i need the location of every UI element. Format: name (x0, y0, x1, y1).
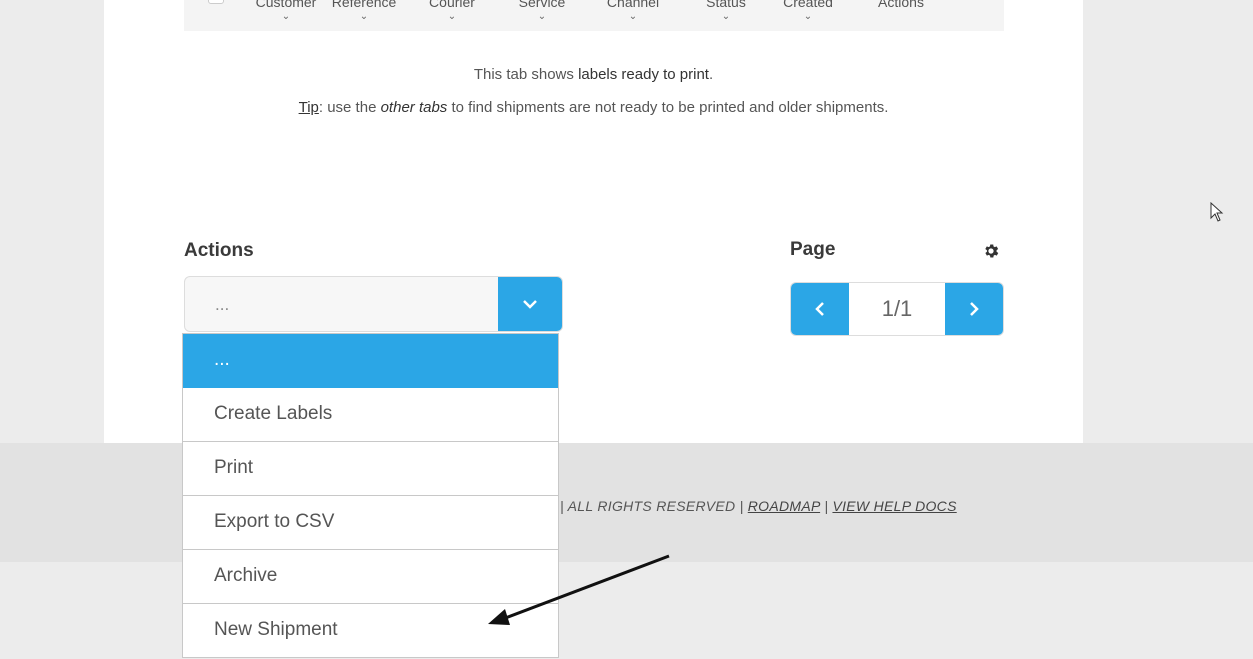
column-header-created[interactable]: Created ⌄ (783, 0, 833, 22)
roadmap-link[interactable]: ROADMAP (748, 498, 820, 514)
pagination: 1/1 (790, 282, 1004, 336)
chevron-down-icon (523, 300, 537, 309)
dropdown-option-archive[interactable]: Archive (183, 550, 558, 604)
column-header-courier[interactable]: Courier ⌄ (429, 0, 475, 22)
actions-select[interactable]: ... (184, 276, 563, 332)
mouse-cursor-icon (1210, 202, 1224, 222)
dropdown-option-print[interactable]: Print (183, 442, 558, 496)
chevron-down-icon: ⌄ (281, 11, 291, 22)
chevron-down-icon: ⌄ (628, 11, 638, 22)
chevron-down-icon: ⌄ (537, 11, 547, 22)
footer-text: | ALL RIGHTS RESERVED | ROADMAP | VIEW H… (560, 498, 957, 514)
column-header-reference[interactable]: Reference ⌄ (332, 0, 397, 22)
actions-dropdown-menu: ... Create Labels Print Export to CSV Ar… (182, 333, 559, 658)
page-title: Page (790, 239, 836, 260)
table-header: Customer ⌄ Reference ⌄ Courier ⌄ Service ⌄ C… (184, 0, 1004, 31)
gear-icon[interactable] (982, 242, 1000, 260)
select-all-checkbox[interactable] (208, 0, 224, 4)
chevron-right-icon (970, 302, 979, 316)
chevron-left-icon (815, 302, 824, 316)
chevron-down-icon: ⌄ (803, 11, 813, 22)
chevron-down-icon: ⌄ (447, 11, 457, 22)
dropdown-option-new-shipment[interactable]: New Shipment (183, 604, 558, 658)
dropdown-option-none[interactable]: ... (183, 334, 558, 388)
dropdown-option-create-labels[interactable]: Create Labels (183, 388, 558, 442)
next-page-button[interactable] (945, 283, 1003, 335)
column-header-service[interactable]: Service ⌄ (519, 0, 566, 22)
column-header-channel[interactable]: Channel ⌄ (607, 0, 659, 22)
page-indicator: 1/1 (881, 296, 913, 321)
prev-page-button[interactable] (791, 283, 849, 335)
dropdown-option-export-csv[interactable]: Export to CSV (183, 496, 558, 550)
actions-select-toggle[interactable] (498, 277, 562, 331)
column-header-status[interactable]: Status ⌄ (706, 0, 746, 22)
chevron-down-icon: ⌄ (721, 11, 731, 22)
tip-message: Tip: use the other tabs to find shipment… (298, 99, 889, 116)
chevron-down-icon: ⌄ (359, 11, 369, 22)
actions-title: Actions (184, 240, 254, 261)
column-header-customer[interactable]: Customer ⌄ (256, 0, 317, 22)
actions-select-value: ... (215, 295, 230, 314)
column-header-actions: Actions (878, 0, 924, 10)
help-docs-link[interactable]: VIEW HELP DOCS (832, 498, 956, 514)
empty-state-message: This tab shows labels ready to print. (473, 66, 714, 83)
